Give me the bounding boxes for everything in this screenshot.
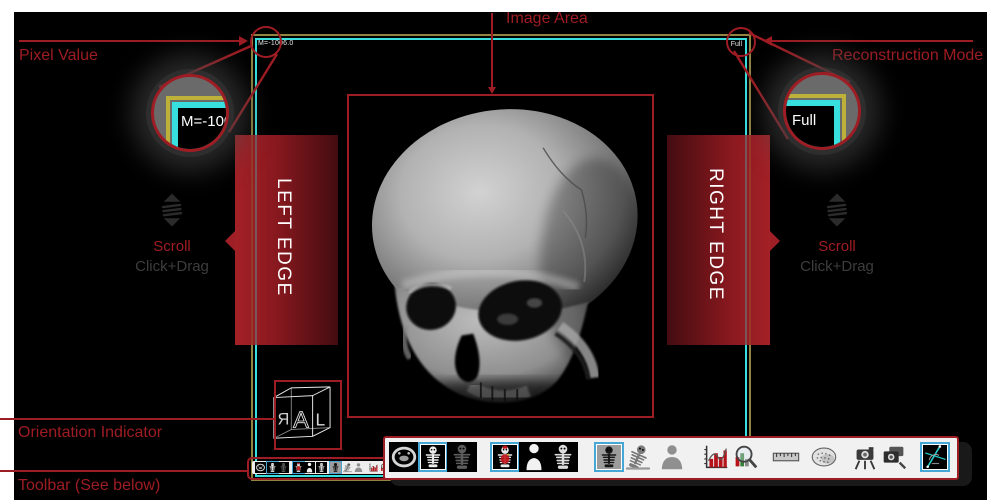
pixel-value-arrowhead (239, 36, 248, 46)
right-edge-arrow (770, 231, 780, 251)
left-edge-label: LEFT EDGE (272, 178, 294, 297)
left-edge-arrow (225, 231, 235, 251)
mini-toolbar-icon-skeleton-tilted[interactable] (342, 462, 353, 473)
scroll-hint-title: Scroll (792, 238, 882, 255)
right-edge-label: RIGHT EDGE (704, 168, 726, 301)
image-area-label: Image Area (506, 10, 588, 28)
toolbar-zoomed-panel[interactable] (383, 436, 959, 480)
reconstruction-mode-arrowhead (763, 36, 772, 46)
scroll-layers-icon (157, 192, 187, 228)
toolbar-icon-skeleton-tissue[interactable] (490, 442, 520, 472)
orientation-indicator-callout-line (0, 418, 274, 420)
pixel-value-magnifier-source (250, 26, 282, 58)
mini-toolbar-icon-person[interactable] (353, 462, 364, 473)
scroll-hint-title: Scroll (127, 238, 217, 255)
toolbar-icon-person[interactable] (657, 442, 687, 472)
toolbar-icon-skeleton-front[interactable] (418, 442, 448, 472)
scroll-hint-subtitle: Click+Drag (127, 258, 217, 275)
toolbar-icon-histogram[interactable] (701, 442, 731, 472)
magnified-pixel-value: M=-1006 (181, 113, 229, 130)
pixel-value-callout-line (19, 40, 239, 42)
toolbar-icon-camera[interactable] (850, 442, 880, 472)
reconstruction-mode-label: Reconstruction Mode (832, 47, 973, 65)
toolbar-icon-body-solid[interactable] (519, 442, 549, 472)
image-area-callout-box (347, 94, 654, 418)
toolbar-label: Toolbar (See below) (18, 477, 160, 495)
pixel-value-label: Pixel Value (19, 47, 98, 65)
toolbar-icon-zoom-analyze[interactable] (730, 442, 760, 472)
mini-toolbar-icon-axial-slice[interactable] (255, 462, 266, 473)
image-area-callout-line (491, 13, 493, 89)
mini-toolbar-icon-body-solid[interactable] (304, 462, 315, 473)
toolbar-icon-axial-slice[interactable] (389, 442, 419, 472)
right-olive-border-ghost (749, 135, 751, 345)
scroll-hint-subtitle: Click+Drag (792, 258, 882, 275)
scroll-layers-icon (822, 192, 852, 228)
toolbar-icon-multi-camera[interactable] (879, 442, 909, 472)
toolbar-icon-skeleton-dim[interactable] (447, 442, 477, 472)
image-area-arrowhead (488, 87, 496, 94)
mini-toolbar-icon-histogram[interactable] (368, 462, 379, 473)
reconstruction-mode-magnifier-source (726, 27, 756, 57)
orientation-indicator-label: Orientation Indicator (18, 424, 162, 442)
right-cyan-border-ghost (745, 135, 747, 345)
toolbar-icon-skeleton-tilted[interactable] (623, 442, 653, 472)
left-cyan-border-ghost (255, 135, 257, 345)
magnified-cyan-border: M=-1006 (172, 102, 229, 152)
toolbar-icon-draw-annotate[interactable] (920, 442, 950, 472)
reconstruction-mode-magnifier: Full (783, 72, 861, 150)
reconstruction-mode-callout-line (772, 40, 973, 42)
mini-toolbar-icon-skeleton-front[interactable] (267, 462, 278, 473)
mini-toolbar-icon-skeleton-xray[interactable] (316, 462, 327, 473)
mini-toolbar-icon-skeleton-tissue[interactable] (293, 462, 304, 473)
pixel-value-magnifier: M=-1006 (151, 74, 229, 152)
left-olive-border-ghost (251, 135, 253, 345)
toolbar-icon-sphere[interactable] (809, 442, 839, 472)
magnified-cyan-border: Full (783, 100, 840, 150)
toolbar-callout-line (0, 470, 247, 472)
orientation-indicator-callout-box (274, 380, 342, 450)
toolbar-icon-skeleton-xray[interactable] (548, 442, 578, 472)
mini-toolbar-icon-skeleton-dim[interactable] (278, 462, 289, 473)
magnified-reconstruction-mode: Full (792, 112, 816, 129)
toolbar-icon-skeleton-mip[interactable] (594, 442, 624, 472)
toolbar-icon-ruler[interactable] (771, 442, 801, 472)
mini-toolbar-icon-skeleton-mip[interactable] (330, 462, 341, 473)
